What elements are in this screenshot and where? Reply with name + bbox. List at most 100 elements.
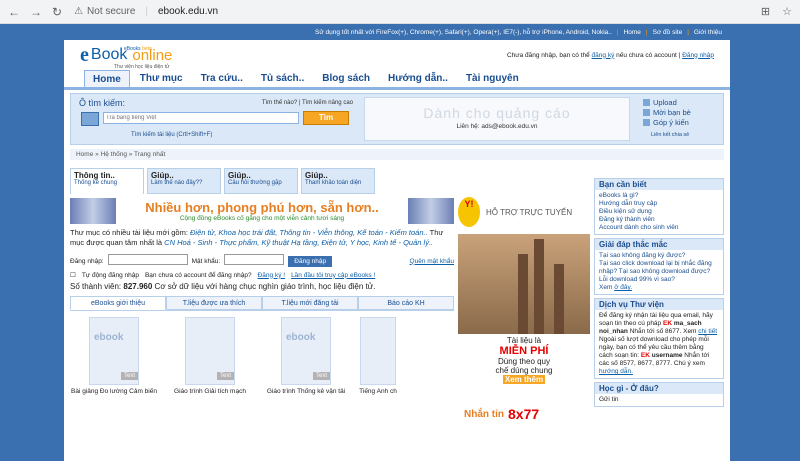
forgot-password-link[interactable]: Quên mật khẩu — [410, 258, 454, 265]
forward-icon[interactable]: → — [30, 5, 42, 19]
home-link[interactable]: Home — [624, 29, 641, 36]
know-item[interactable]: Account dành cho sinh viên — [599, 224, 719, 232]
book-item[interactable]: ebook Text Giáo trình Thống kê vận tải — [262, 317, 350, 395]
see-more-button[interactable]: Xem thêm — [502, 375, 546, 384]
register-link[interactable]: đăng ký — [592, 52, 615, 59]
book-item[interactable]: ebook Text Bài giảng Đo lường Cảm biến — [70, 317, 158, 395]
password-field[interactable] — [224, 254, 285, 265]
know-item[interactable]: Hướng dẫn truy cập — [599, 200, 719, 208]
tab-guide[interactable]: Hướng dẫn.. — [380, 70, 456, 87]
faq-item[interactable]: Tại sao không đăng ký được? — [599, 252, 719, 260]
book-cover: ebook Text — [281, 317, 331, 385]
faq-item[interactable]: Xem ở đây. — [599, 284, 719, 292]
upload-item[interactable]: Upload — [643, 97, 713, 107]
promo-line: Dùng theo quy — [497, 357, 551, 366]
browser-support: Sử dụng tốt nhất với FireFox(+), Chrome(… — [315, 29, 612, 36]
book-item[interactable]: Tiếng Anh ch — [358, 317, 398, 395]
tab-home[interactable]: Home — [84, 70, 130, 87]
online-support[interactable]: Y! HỖ TRỢ TRỰC TUYẾN — [458, 192, 590, 232]
tab-help-ref[interactable]: Giúp.. Tham khảo toàn diện — [301, 168, 375, 194]
library-box: Dịch vụ Thư viện Để đăng ký nhận tài liệ… — [594, 298, 724, 379]
free-docs-promo[interactable]: Tài liệu là MIỄN PHÍ Dùng theo quy chế d… — [458, 336, 590, 396]
sitemap-link[interactable]: Sơ đồ site — [653, 29, 683, 36]
faq-box: Giải đáp thắc mắc Tại sao không đăng ký … — [594, 238, 724, 295]
know-title: Bạn cần biết — [595, 179, 723, 190]
search-panel: Ô tìm kiếm: Tìm thế nào? | Tìm kiếm nâng… — [71, 94, 361, 144]
right-sidebar: Bạn cần biết eBooks là gì? Hướng dẫn tru… — [594, 178, 724, 410]
book-item[interactable]: Text Giáo trình Giải tích mạch — [166, 317, 254, 395]
how-link[interactable]: Tìm thế nào? — [262, 100, 297, 106]
address-bar[interactable]: ⚠ Not secure | ebook.edu.vn — [74, 6, 218, 17]
first-visit-link[interactable]: Lần đầu tôi truy cập eBooks ! — [291, 272, 375, 279]
tab-lookup[interactable]: Tra cứu.. — [192, 70, 251, 87]
main-column: Thông tin.. Thống kê chung Giúp.. Làm thế … — [70, 168, 454, 395]
book-list: ebook Text Bài giảng Đo lường Cảm biến Tex… — [70, 317, 454, 395]
browser-toolbar: ← → ↻ ⚠ Not secure | ebook.edu.vn ⊞ ☆ — [0, 0, 800, 24]
where-title: Học gì - Ở đâu? — [595, 383, 723, 394]
tab-help-faq[interactable]: Giúp.. Câu hỏi thường gặp — [224, 168, 298, 194]
support-title: HỖ TRỢ TRỰC TUYẾN — [486, 207, 573, 217]
login-options: ☐ Tự động đăng nhập Bạn chưa có account … — [70, 271, 454, 280]
register-link[interactable]: Đăng ký ! — [258, 272, 285, 279]
logo-ebooks: eBooks beta — [124, 45, 152, 52]
tab-blog[interactable]: Blog sách — [314, 70, 379, 87]
share-link[interactable]: Liên kết chia sẻ — [643, 130, 713, 140]
know-item[interactable]: Đăng ký thành viên — [599, 216, 719, 224]
tab-featured[interactable]: eBooks giới thiệu — [70, 296, 166, 310]
url-text: ebook.edu.vn — [158, 6, 219, 17]
back-icon[interactable]: ← — [8, 5, 20, 19]
info-tabs: Thông tin.. Thống kê chung Giúp.. Làm thế … — [70, 168, 454, 196]
tab-new[interactable]: T.liệu mới đăng tải — [262, 296, 358, 310]
tab-directory[interactable]: Thư mục — [131, 70, 191, 87]
tab-info[interactable]: Thông tin.. Thống kê chung — [70, 168, 144, 194]
tab-reports[interactable]: Báo cáo KH — [358, 296, 454, 310]
slogan-banner: Nhiều hơn, phong phú hơn, sẵn hơn.. Cộng… — [70, 196, 454, 226]
feedback-item[interactable]: Góp ý kiến — [643, 117, 713, 127]
star-icon[interactable]: ☆ — [782, 5, 792, 18]
feedback-icon — [643, 118, 650, 126]
intro-link[interactable]: Giới thiệu — [694, 29, 722, 36]
site-container: e Book online eBooks beta Thư viện học l… — [64, 40, 730, 461]
faq-item[interactable]: Tại sao click download lại bị nhắc đăng … — [599, 260, 719, 276]
separator: | — [645, 29, 648, 36]
page: Sử dụng tốt nhất với FireFox(+), Chrome(… — [0, 24, 800, 461]
sms-promo[interactable]: Nhắn tin 8x77 — [458, 398, 590, 430]
auto-login-label: Tự động đăng nhập — [81, 271, 139, 279]
tab-resources[interactable]: Tài nguyên — [457, 70, 527, 87]
where-box: Học gì - Ở đâu? Gửi tin — [594, 382, 724, 407]
site-header: e Book online eBooks beta Thư viện học l… — [64, 40, 730, 70]
spire-shape — [518, 254, 528, 334]
main-nav: Home Thư mục Tra cứu.. Tủ sách.. Blog sá… — [64, 70, 730, 90]
search-links: Tìm thế nào? | Tìm kiếm nâng cao — [261, 100, 353, 106]
logo-e: e — [80, 43, 89, 66]
ad-box[interactable]: Dành cho quảng cáo Liên hệ: ads@ebook.ed… — [364, 97, 630, 141]
reload-icon[interactable]: ↻ — [52, 5, 62, 19]
tab-help-how[interactable]: Giúp.. Làm thế nào đây?? — [147, 168, 221, 194]
middle-column: Y! HỖ TRỢ TRỰC TUYẾN Tài liệu là MIỄN PH… — [458, 192, 590, 430]
security-label: Not secure — [87, 6, 136, 17]
books-image — [408, 198, 454, 224]
promo-free: MIỄN PHÍ — [499, 345, 549, 357]
username-field[interactable] — [107, 254, 188, 265]
tab-bookshelf[interactable]: Tủ sách.. — [252, 70, 313, 87]
know-item[interactable]: Điều kiện sử dụng — [599, 208, 719, 216]
breadcrumb: Home » Hệ thống » Trang nhất — [70, 149, 724, 160]
search-book-icon — [81, 112, 99, 126]
translate-icon[interactable]: ⊞ — [761, 5, 770, 18]
separator: | — [687, 29, 689, 36]
tab-popular[interactable]: T.liệu được ưa thích — [166, 296, 262, 310]
know-item[interactable]: eBooks là gì? — [599, 192, 719, 200]
login-link[interactable]: Đăng nhập — [682, 52, 714, 59]
password-label: Mật khẩu: — [191, 257, 221, 265]
auto-login-checkbox[interactable]: ☐ — [70, 271, 76, 279]
search-input[interactable] — [103, 112, 299, 124]
advanced-search-link[interactable]: Tìm kiếm nâng cao — [302, 100, 353, 106]
search-button[interactable]: Tìm — [303, 111, 349, 125]
invite-item[interactable]: Mời bạn bè — [643, 107, 713, 117]
sms-label: Nhắn tin — [464, 408, 504, 420]
slogan-sub: Cộng đồng eBooks cố gắng cho một viễn cả… — [179, 215, 345, 222]
logo[interactable]: e Book online eBooks beta Thư viện học l… — [80, 43, 172, 70]
send-link[interactable]: Gửi tin — [595, 394, 723, 406]
login-button[interactable]: Đăng nhập — [288, 255, 333, 267]
faq-item[interactable]: Lỗi download 99% vì sao? — [599, 276, 719, 284]
